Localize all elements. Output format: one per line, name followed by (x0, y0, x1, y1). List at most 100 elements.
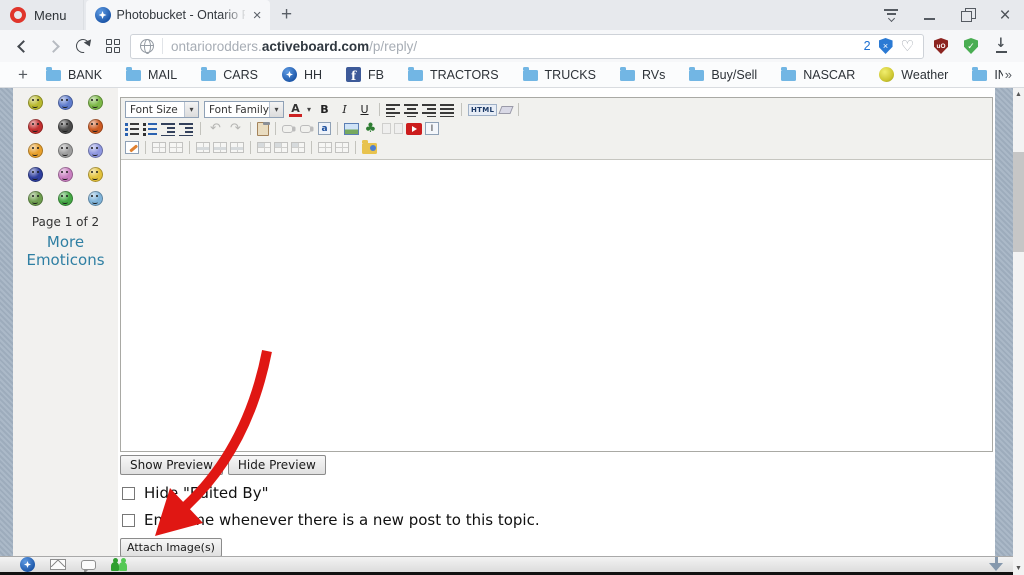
anchor-icon[interactable]: a (318, 122, 331, 135)
emoticon-12[interactable] (88, 167, 103, 182)
tablerow-icon[interactable] (213, 142, 227, 153)
tablerow-icon[interactable] (196, 142, 210, 153)
bookmark-mail[interactable]: MAIL (126, 68, 177, 82)
underline-icon[interactable]: U (356, 102, 373, 118)
reload-button[interactable] (70, 33, 96, 59)
opera-menu-button[interactable]: Menu (0, 0, 84, 30)
italic-icon[interactable]: I (336, 102, 353, 118)
activeboard-icon[interactable] (20, 557, 35, 572)
bookmark-weather[interactable]: Weather (879, 67, 948, 82)
mini-icon[interactable] (382, 123, 391, 134)
emoticon-3[interactable] (88, 95, 103, 110)
font-family-select[interactable]: Font Family▾ (204, 101, 284, 118)
bold-icon[interactable]: B (316, 102, 333, 118)
undo-icon[interactable]: ↶ (207, 121, 224, 137)
scrollbar-down-icon[interactable]: ▼ (1013, 562, 1024, 575)
table-icon[interactable] (169, 142, 183, 153)
emoticon-1[interactable] (28, 95, 43, 110)
outdent-icon[interactable] (161, 122, 176, 136)
editor-textarea[interactable] (121, 160, 992, 451)
emoticon-8[interactable] (58, 143, 73, 158)
emoticon-10[interactable] (28, 167, 43, 182)
emoticon-9[interactable] (88, 143, 103, 158)
chat-bubble-icon[interactable] (81, 560, 96, 570)
members-icon[interactable] (111, 558, 129, 571)
bookmark-hh[interactable]: HH (282, 67, 322, 82)
align-right-icon[interactable] (422, 103, 437, 117)
tablecell-icon[interactable] (291, 142, 305, 153)
back-button[interactable] (10, 33, 36, 59)
bookmark-cars[interactable]: CARS (201, 68, 258, 82)
heart-icon[interactable]: ♡ (901, 39, 914, 54)
new-tab-button[interactable]: + (270, 0, 304, 30)
paste-icon[interactable] (257, 122, 269, 136)
bookmark-trucks[interactable]: TRUCKS (523, 68, 596, 82)
page-scrollbar[interactable]: ▲ ▼ (1013, 88, 1024, 575)
bookmark-buy-sell[interactable]: Buy/Sell (689, 68, 757, 82)
minimize-button[interactable] (910, 0, 948, 30)
more-emoticons-link[interactable]: More Emoticons (26, 233, 106, 269)
add-bookmark-button[interactable]: + (10, 65, 36, 85)
table-icon[interactable] (318, 142, 332, 153)
align-left-icon[interactable] (386, 103, 401, 117)
hide-preview-button[interactable]: Hide Preview (228, 455, 326, 475)
align-justify-icon[interactable] (440, 103, 455, 117)
image-icon[interactable] (344, 123, 359, 135)
tree-icon[interactable]: ♣ (362, 121, 379, 137)
emoticon-13[interactable] (28, 191, 43, 206)
eraser-icon[interactable] (499, 106, 514, 114)
bookmark-fb[interactable]: fFB (346, 67, 384, 82)
tab-close-icon[interactable]: × (251, 8, 264, 23)
show-preview-button[interactable]: Show Preview (120, 455, 223, 475)
ul-icon[interactable] (125, 122, 140, 136)
bookmarks-overflow-button[interactable]: » (1003, 67, 1014, 82)
ol-icon[interactable] (143, 122, 158, 136)
restore-button[interactable] (948, 0, 986, 30)
source-icon[interactable] (125, 141, 139, 154)
chevron-down-icon[interactable]: ▾ (305, 102, 313, 118)
tablecell-icon[interactable] (274, 142, 288, 153)
table-icon[interactable] (152, 142, 166, 153)
font-size-select[interactable]: Font Size▾ (125, 101, 199, 118)
emoticon-5[interactable] (58, 119, 73, 134)
emoticon-4[interactable] (28, 119, 43, 134)
address-bar[interactable]: ontariorodders.activeboard.com/p/reply/ … (130, 34, 924, 59)
mail-icon[interactable] (50, 559, 66, 570)
cursor-icon[interactable]: I (425, 122, 439, 135)
emoticon-15[interactable] (88, 191, 103, 206)
security-extension-button[interactable]: ✓ (958, 33, 984, 59)
forward-button[interactable] (40, 33, 66, 59)
bookmark-internet[interactable]: INTERNET (972, 68, 1002, 82)
indent-icon[interactable] (179, 122, 194, 136)
downloads-button[interactable]: ↓ (988, 33, 1014, 59)
tablerow-icon[interactable] (230, 142, 244, 153)
speed-dial-button[interactable] (100, 33, 126, 59)
browser-tab[interactable]: Photobucket - Ontario Ro × (86, 0, 270, 30)
bookmark-rvs[interactable]: RVs (620, 68, 665, 82)
forecolor-icon[interactable]: A (289, 103, 302, 117)
mini-icon[interactable] (394, 123, 403, 134)
emoticon-2[interactable] (58, 95, 73, 110)
tab-search-button[interactable] (872, 0, 910, 30)
bookmark-tractors[interactable]: TRACTORS (408, 68, 499, 82)
bookmark-nascar[interactable]: NASCAR (781, 68, 855, 82)
redo-icon[interactable]: ↷ (227, 121, 244, 137)
page-down-icon[interactable] (989, 557, 1003, 572)
email-notify-checkbox[interactable] (122, 514, 135, 527)
table-icon[interactable] (335, 142, 349, 153)
bookmark-bank[interactable]: BANK (46, 68, 102, 82)
unlink-icon[interactable] (300, 121, 315, 137)
attach-images-button[interactable]: Attach Image(s) (120, 538, 222, 556)
scrollbar-track[interactable] (1013, 101, 1024, 562)
link-icon[interactable] (282, 121, 297, 137)
scrollbar-thumb[interactable] (1013, 152, 1024, 252)
html-icon[interactable]: HTML (468, 104, 497, 116)
emoticon-7[interactable] (28, 143, 43, 158)
emoticon-6[interactable] (88, 119, 103, 134)
tablecell-icon[interactable] (257, 142, 271, 153)
ublock-extension-button[interactable]: uO (928, 33, 954, 59)
close-button[interactable]: × (986, 0, 1024, 30)
emoticon-14[interactable] (58, 191, 73, 206)
align-center-icon[interactable] (404, 103, 419, 117)
emoticon-11[interactable] (58, 167, 73, 182)
